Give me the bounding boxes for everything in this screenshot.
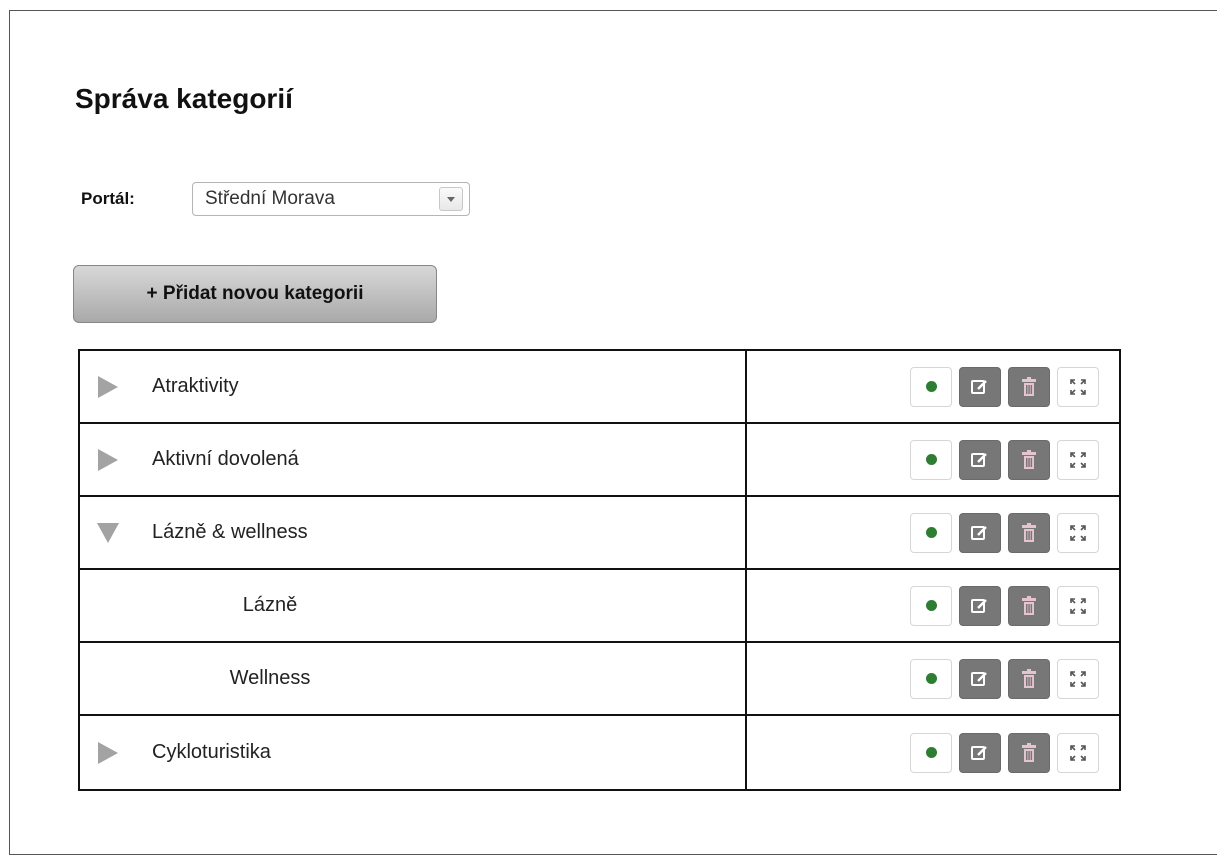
page-frame: Správa kategorií Portál: Střední Morava … <box>9 10 1217 855</box>
trash-icon <box>1021 449 1037 470</box>
expand-button[interactable] <box>1057 366 1099 407</box>
category-actions-cell <box>747 570 1119 641</box>
delete-button[interactable] <box>1008 366 1050 407</box>
expand-icon <box>1069 744 1087 762</box>
status-dot-icon <box>925 600 937 611</box>
category-name-cell: Cykloturistika <box>80 716 747 789</box>
category-name-cell: Wellness <box>80 643 747 714</box>
category-table: Atraktivity Aktivní dovolená Lázně & welln… <box>78 349 1121 791</box>
edit-button[interactable] <box>959 658 1001 699</box>
trash-icon <box>1021 522 1037 543</box>
category-label: Aktivní dovolená <box>152 448 299 470</box>
table-row: Aktivní dovolená <box>80 424 1119 497</box>
status-dot-icon <box>925 527 937 538</box>
portal-select-value: Střední Morava <box>205 188 335 209</box>
status-dot-icon <box>925 673 937 684</box>
edit-icon <box>970 378 990 396</box>
edit-icon <box>970 597 990 615</box>
caret-down-icon[interactable] <box>96 521 120 545</box>
delete-button[interactable] <box>1008 439 1050 480</box>
category-label: Atraktivity <box>152 375 239 397</box>
category-label: Cykloturistika <box>152 741 271 763</box>
portal-label: Portál: <box>81 189 135 208</box>
expand-icon <box>1069 597 1087 615</box>
status-toggle-button[interactable] <box>910 439 952 480</box>
edit-button[interactable] <box>959 585 1001 626</box>
table-row: Lázně & wellness <box>80 497 1119 570</box>
delete-button[interactable] <box>1008 585 1050 626</box>
edit-icon <box>970 524 990 542</box>
delete-button[interactable] <box>1008 658 1050 699</box>
expand-icon <box>1069 378 1087 396</box>
expand-icon <box>1069 524 1087 542</box>
status-toggle-button[interactable] <box>910 512 952 553</box>
category-name-cell: Aktivní dovolená <box>80 424 747 495</box>
edit-button[interactable] <box>959 512 1001 553</box>
caret-right-icon[interactable] <box>96 448 120 472</box>
chevron-down-icon[interactable] <box>439 187 463 211</box>
category-actions-cell <box>747 351 1119 422</box>
status-toggle-button[interactable] <box>910 585 952 626</box>
edit-icon <box>970 670 990 688</box>
edit-button[interactable] <box>959 439 1001 480</box>
category-actions-cell <box>747 643 1119 714</box>
edit-button[interactable] <box>959 732 1001 773</box>
category-actions-cell <box>747 497 1119 568</box>
category-label: Wellness <box>229 667 311 689</box>
category-actions-cell <box>747 424 1119 495</box>
status-toggle-button[interactable] <box>910 658 952 699</box>
status-toggle-button[interactable] <box>910 732 952 773</box>
portal-select[interactable]: Střední Morava <box>192 182 470 216</box>
category-label: Lázně & wellness <box>152 521 308 543</box>
category-name-cell: Atraktivity <box>80 351 747 422</box>
expand-button[interactable] <box>1057 512 1099 553</box>
edit-button[interactable] <box>959 366 1001 407</box>
trash-icon <box>1021 376 1037 397</box>
delete-button[interactable] <box>1008 512 1050 553</box>
expand-icon <box>1069 451 1087 469</box>
edit-icon <box>970 451 990 469</box>
table-row: Lázně <box>80 570 1119 643</box>
expand-button[interactable] <box>1057 439 1099 480</box>
table-row: Wellness <box>80 643 1119 716</box>
category-name-cell: Lázně & wellness <box>80 497 747 568</box>
edit-icon <box>970 744 990 762</box>
add-category-button[interactable]: + Přidat novou kategorii <box>73 265 437 323</box>
trash-icon <box>1021 668 1037 689</box>
table-row: Atraktivity <box>80 351 1119 424</box>
expand-icon <box>1069 670 1087 688</box>
expand-button[interactable] <box>1057 585 1099 626</box>
caret-right-icon[interactable] <box>96 741 120 765</box>
status-dot-icon <box>925 381 937 392</box>
category-name-cell: Lázně <box>80 570 747 641</box>
expand-button[interactable] <box>1057 658 1099 699</box>
status-dot-icon <box>925 454 937 465</box>
delete-button[interactable] <box>1008 732 1050 773</box>
status-toggle-button[interactable] <box>910 366 952 407</box>
expand-button[interactable] <box>1057 732 1099 773</box>
page-title: Správa kategorií <box>75 83 293 114</box>
status-dot-icon <box>925 747 937 758</box>
trash-icon <box>1021 742 1037 763</box>
caret-right-icon[interactable] <box>96 375 120 399</box>
portal-filter: Portál: Střední Morava <box>81 181 470 217</box>
category-actions-cell <box>747 716 1119 789</box>
table-row: Cykloturistika <box>80 716 1119 789</box>
category-label: Lázně <box>242 594 298 616</box>
trash-icon <box>1021 595 1037 616</box>
